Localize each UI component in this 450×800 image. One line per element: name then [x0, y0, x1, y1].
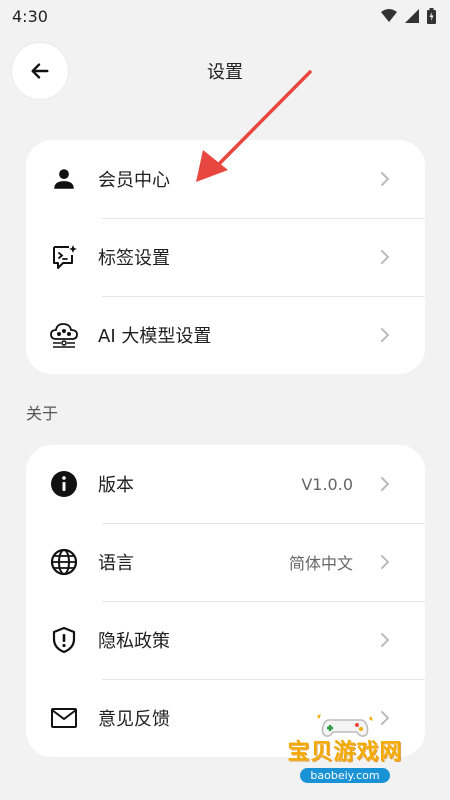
- person-icon: [48, 163, 80, 195]
- status-time: 4:30: [12, 6, 48, 26]
- menu-item-language[interactable]: 语言 简体中文: [26, 523, 425, 601]
- page-title: 设置: [207, 62, 243, 83]
- chevron-right-icon: [375, 630, 395, 650]
- menu-item-label: 版本: [98, 475, 134, 496]
- about-card: 版本 V1.0.0 语言 简体中文 隐私政策 意见反馈: [26, 445, 425, 757]
- tag-chat-icon: [48, 241, 80, 273]
- wifi-icon: [381, 9, 397, 22]
- battery-icon: [427, 8, 436, 24]
- menu-item-label: 标签设置: [98, 248, 170, 269]
- menu-item-label: AI 大模型设置: [98, 326, 212, 347]
- menu-item-version[interactable]: 版本 V1.0.0: [26, 445, 425, 523]
- section-label-about: 关于: [26, 404, 59, 423]
- chevron-right-icon: [375, 325, 395, 345]
- menu-item-tag-settings[interactable]: 标签设置: [26, 218, 425, 296]
- language-value: 简体中文: [288, 554, 353, 573]
- shield-alert-icon: [48, 624, 80, 656]
- chevron-right-icon: [375, 247, 395, 267]
- menu-item-ai-model-settings[interactable]: AI 大模型设置: [26, 296, 425, 374]
- menu-item-label: 语言: [98, 553, 134, 574]
- version-value: V1.0.0: [301, 474, 353, 494]
- header: 设置: [0, 40, 450, 100]
- gamepad-icon: [317, 714, 373, 737]
- mail-icon: [48, 702, 80, 734]
- chevron-right-icon: [375, 552, 395, 572]
- signal-icon: [405, 9, 419, 23]
- info-icon: [48, 468, 80, 500]
- chevron-right-icon: [375, 169, 395, 189]
- cloud-settings-icon: [48, 319, 80, 351]
- globe-icon: [48, 546, 80, 578]
- status-bar: 4:30: [0, 0, 450, 32]
- menu-item-label: 会员中心: [98, 170, 170, 191]
- chevron-right-icon: [375, 474, 395, 494]
- status-icons: [381, 8, 436, 24]
- menu-item-label: 隐私政策: [98, 631, 170, 652]
- settings-card: 会员中心 标签设置 AI 大模型设置: [26, 140, 425, 374]
- watermark-logo: 宝贝游戏网 baobeiy.com: [270, 712, 420, 783]
- menu-item-privacy-policy[interactable]: 隐私政策: [26, 601, 425, 679]
- menu-item-member-center[interactable]: 会员中心: [26, 140, 425, 218]
- watermark-url: baobeiy.com: [300, 768, 390, 783]
